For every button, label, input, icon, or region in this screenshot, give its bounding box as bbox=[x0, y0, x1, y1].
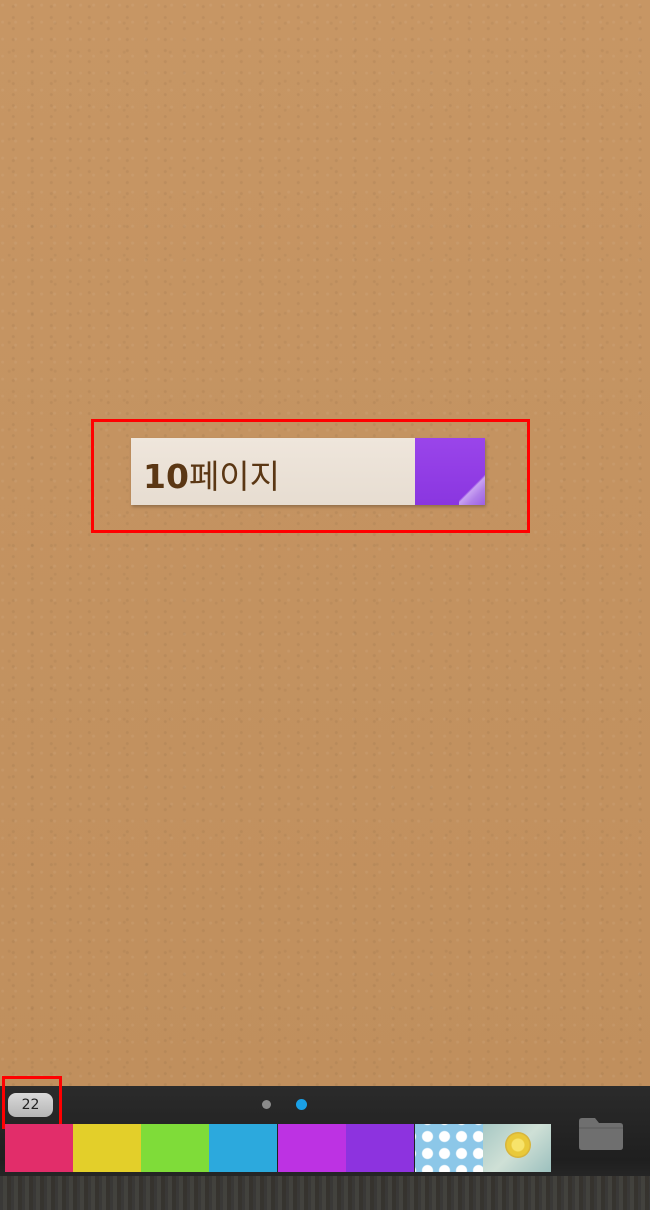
swatch-blue[interactable] bbox=[209, 1124, 277, 1172]
wood-shelf bbox=[0, 1176, 650, 1210]
swatch-yellow[interactable] bbox=[73, 1124, 141, 1172]
swatch-green[interactable] bbox=[141, 1124, 209, 1172]
swatch-polka-dot[interactable] bbox=[415, 1124, 483, 1172]
swatch-magenta[interactable] bbox=[278, 1124, 346, 1172]
folder-icon[interactable] bbox=[577, 1115, 625, 1151]
note-highlight-box bbox=[91, 419, 530, 533]
page-indicator-dot-1[interactable] bbox=[262, 1100, 271, 1109]
corkboard-background bbox=[0, 0, 650, 1086]
counter-highlight-box bbox=[2, 1076, 62, 1129]
flower-icon bbox=[505, 1132, 531, 1158]
swatch-flower-pattern[interactable] bbox=[483, 1124, 551, 1172]
swatch-pink[interactable] bbox=[5, 1124, 73, 1172]
page-indicator-dot-2-active[interactable] bbox=[296, 1099, 307, 1110]
swatch-purple[interactable] bbox=[346, 1124, 414, 1172]
